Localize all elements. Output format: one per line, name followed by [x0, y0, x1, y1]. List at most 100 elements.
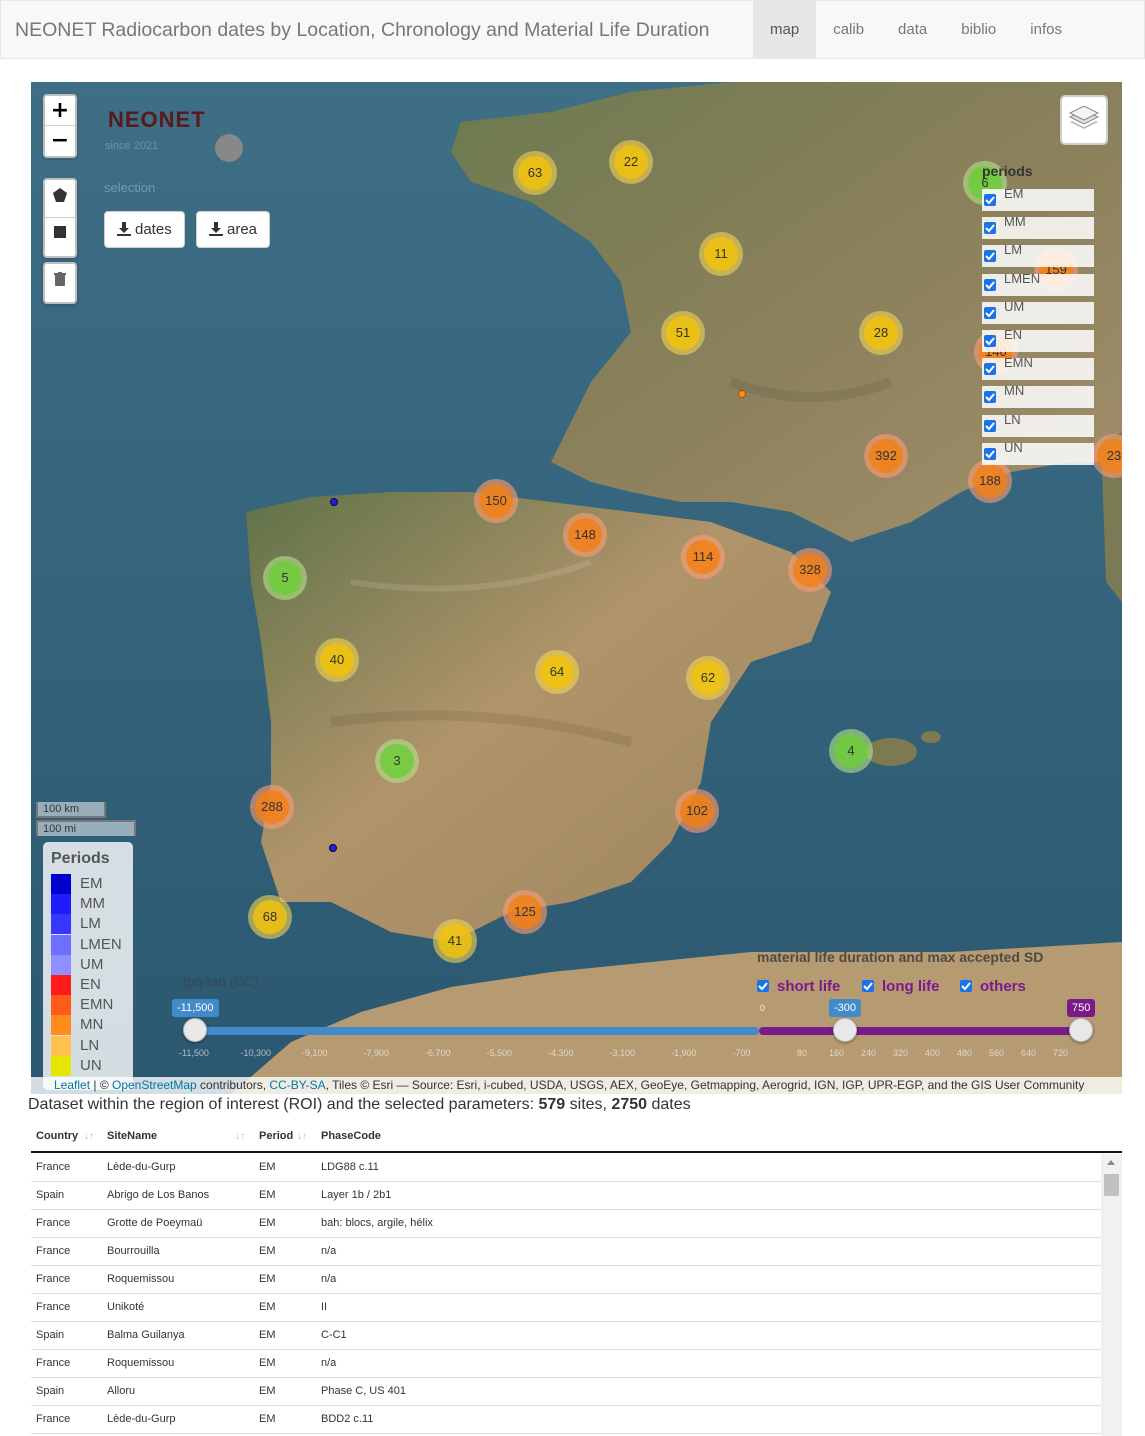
- site-marker[interactable]: [738, 390, 746, 398]
- table-row[interactable]: France Unikoté EM II: [31, 1294, 1101, 1322]
- site-marker[interactable]: [330, 498, 338, 506]
- cell-country: Spain: [36, 1385, 65, 1397]
- time-tick-label: -7,900: [363, 1048, 390, 1058]
- cell-country: France: [36, 1301, 71, 1313]
- period-checkbox-emn[interactable]: EMN: [982, 355, 1094, 381]
- marker-cluster[interactable]: 150: [474, 479, 518, 523]
- marker-cluster[interactable]: 4: [829, 729, 873, 773]
- table-row[interactable]: France Roquemissou EM n/a: [31, 1266, 1101, 1294]
- table-row[interactable]: Spain Balma Guilanya EM C-C1: [31, 1322, 1101, 1350]
- table-row[interactable]: France Roquemissou EM n/a: [31, 1350, 1101, 1378]
- marker-cluster[interactable]: 28: [859, 311, 903, 355]
- marker-cluster[interactable]: 288: [250, 785, 294, 829]
- period-checkbox-mn[interactable]: MN: [982, 383, 1094, 409]
- col-sitename[interactable]: SiteName: [107, 1130, 157, 1142]
- period-checkbox-um[interactable]: UM: [982, 299, 1094, 324]
- marker-cluster[interactable]: 328: [788, 548, 832, 592]
- sd-slider-from-handle[interactable]: [833, 1018, 857, 1042]
- download-area-button[interactable]: area: [196, 211, 271, 248]
- period-checkbox-lmen[interactable]: LMEN: [982, 271, 1094, 296]
- scroll-up-icon[interactable]: [1107, 1160, 1115, 1165]
- period-checkbox-ln[interactable]: LN: [982, 412, 1094, 437]
- marker-cluster[interactable]: 40: [315, 638, 359, 682]
- tab-data[interactable]: data: [881, 1, 944, 59]
- table-scrollbar[interactable]: [1101, 1154, 1122, 1436]
- draw-rectangle-button[interactable]: [45, 226, 75, 256]
- map[interactable]: + − NEONET since 2021 selection dates ar…: [31, 82, 1122, 1094]
- period-checkbox-un[interactable]: UN: [982, 440, 1094, 465]
- leaflet-link[interactable]: Leaflet: [54, 1078, 90, 1092]
- sd-slider-track[interactable]: [759, 1027, 1081, 1035]
- sort-icon[interactable]: ↓↑: [84, 1131, 94, 1142]
- table-row[interactable]: France Lède-du-Gurp EM LDG88 c.11: [31, 1154, 1101, 1182]
- trash-icon: [54, 272, 66, 286]
- marker-cluster[interactable]: 22: [609, 140, 653, 184]
- col-period[interactable]: Period: [259, 1130, 293, 1142]
- table-row[interactable]: France Lède-du-Gurp EM BDD2 c.11: [31, 1406, 1101, 1434]
- zoom-in-button[interactable]: +: [45, 96, 75, 126]
- table-row[interactable]: France Bourrouilla EM n/a: [31, 1238, 1101, 1266]
- layers-button[interactable]: [1060, 95, 1108, 145]
- dates-table: Country ↓↑ SiteName ↓↑ Period ↓↑ PhaseCo…: [31, 1124, 1122, 1436]
- legend-item: EM: [51, 874, 131, 894]
- cell-phasecode: II: [321, 1301, 328, 1313]
- marker-cluster[interactable]: 392: [864, 434, 908, 478]
- zoom-out-button[interactable]: −: [45, 126, 75, 156]
- site-marker[interactable]: [329, 844, 337, 852]
- legend-label: EMN: [80, 996, 114, 1014]
- marker-cluster[interactable]: 114: [681, 535, 725, 579]
- checkbox-icon: [862, 980, 874, 992]
- table-row[interactable]: France Grotte de Poeymaü EM bah: blocs, arg…: [31, 1210, 1101, 1238]
- col-country[interactable]: Country: [36, 1130, 78, 1142]
- marker-cluster[interactable]: 125: [503, 890, 547, 934]
- time-slider-handle[interactable]: [183, 1018, 207, 1042]
- others-checkbox[interactable]: others: [960, 978, 1026, 995]
- download-dates-button[interactable]: dates: [104, 211, 185, 248]
- marker-cluster[interactable]: 188: [968, 459, 1012, 503]
- marker-cluster[interactable]: 102: [675, 789, 719, 833]
- marker-cluster[interactable]: 68: [248, 895, 292, 939]
- col-phasecode[interactable]: PhaseCode: [321, 1130, 381, 1142]
- tab-biblio[interactable]: biblio: [944, 1, 1013, 59]
- period-checkbox-em[interactable]: EM: [982, 186, 1094, 211]
- cluster-count: 150: [485, 493, 507, 508]
- marker-cluster[interactable]: 63: [513, 151, 557, 195]
- scroll-thumb[interactable]: [1104, 1174, 1119, 1196]
- marker-cluster[interactable]: 3: [375, 739, 419, 783]
- marker-cluster[interactable]: 148: [563, 513, 607, 557]
- cluster-count: 288: [261, 799, 283, 814]
- short-life-checkbox[interactable]: short life: [757, 978, 840, 995]
- app-title[interactable]: NEONET Radiocarbon dates by Location, Ch…: [15, 19, 709, 42]
- marker-cluster[interactable]: 64: [535, 650, 579, 694]
- license-link[interactable]: CC-BY-SA: [269, 1078, 325, 1092]
- sd-slider-to-handle[interactable]: [1069, 1018, 1093, 1042]
- cell-phasecode: n/a: [321, 1245, 337, 1257]
- period-checkbox-lm[interactable]: LM: [982, 242, 1094, 268]
- delete-button[interactable]: [45, 272, 75, 302]
- table-row[interactable]: Spain Alloru EM Phase C, US 401: [31, 1378, 1101, 1406]
- marker-cluster[interactable]: 11: [699, 232, 743, 276]
- download-icon: [209, 222, 223, 236]
- table-row[interactable]: Spain Abrigo de Los Banos EM Layer 1b / 2b1: [31, 1182, 1101, 1210]
- cluster-count: 3: [393, 753, 401, 768]
- marker-cluster[interactable]: 51: [661, 311, 705, 355]
- sd-tick-label: 160: [829, 1048, 845, 1058]
- period-checkbox-en[interactable]: EN: [982, 327, 1094, 352]
- sort-icon[interactable]: ↓↑: [297, 1131, 307, 1142]
- long-life-checkbox[interactable]: long life: [862, 978, 940, 995]
- sort-icon[interactable]: ↓↑: [235, 1131, 245, 1142]
- period-checkbox-mm[interactable]: MM: [982, 214, 1094, 240]
- marker-cluster[interactable]: 41: [433, 919, 477, 963]
- time-slider-track[interactable]: [195, 1027, 759, 1035]
- marker-cluster[interactable]: 5: [263, 556, 307, 600]
- legend-item: MM: [51, 894, 131, 915]
- draw-polygon-button[interactable]: [45, 188, 75, 218]
- legend-label: MM: [80, 895, 105, 913]
- tab-map[interactable]: map: [753, 1, 817, 59]
- marker-cluster[interactable]: 62: [686, 656, 730, 700]
- tab-infos[interactable]: infos: [1013, 1, 1079, 59]
- tab-calib[interactable]: calib: [816, 1, 881, 59]
- osm-link[interactable]: OpenStreetMap: [112, 1078, 197, 1092]
- navbar: NEONET Radiocarbon dates by Location, Ch…: [0, 0, 1145, 59]
- sd-tick-label: 720: [1053, 1048, 1069, 1058]
